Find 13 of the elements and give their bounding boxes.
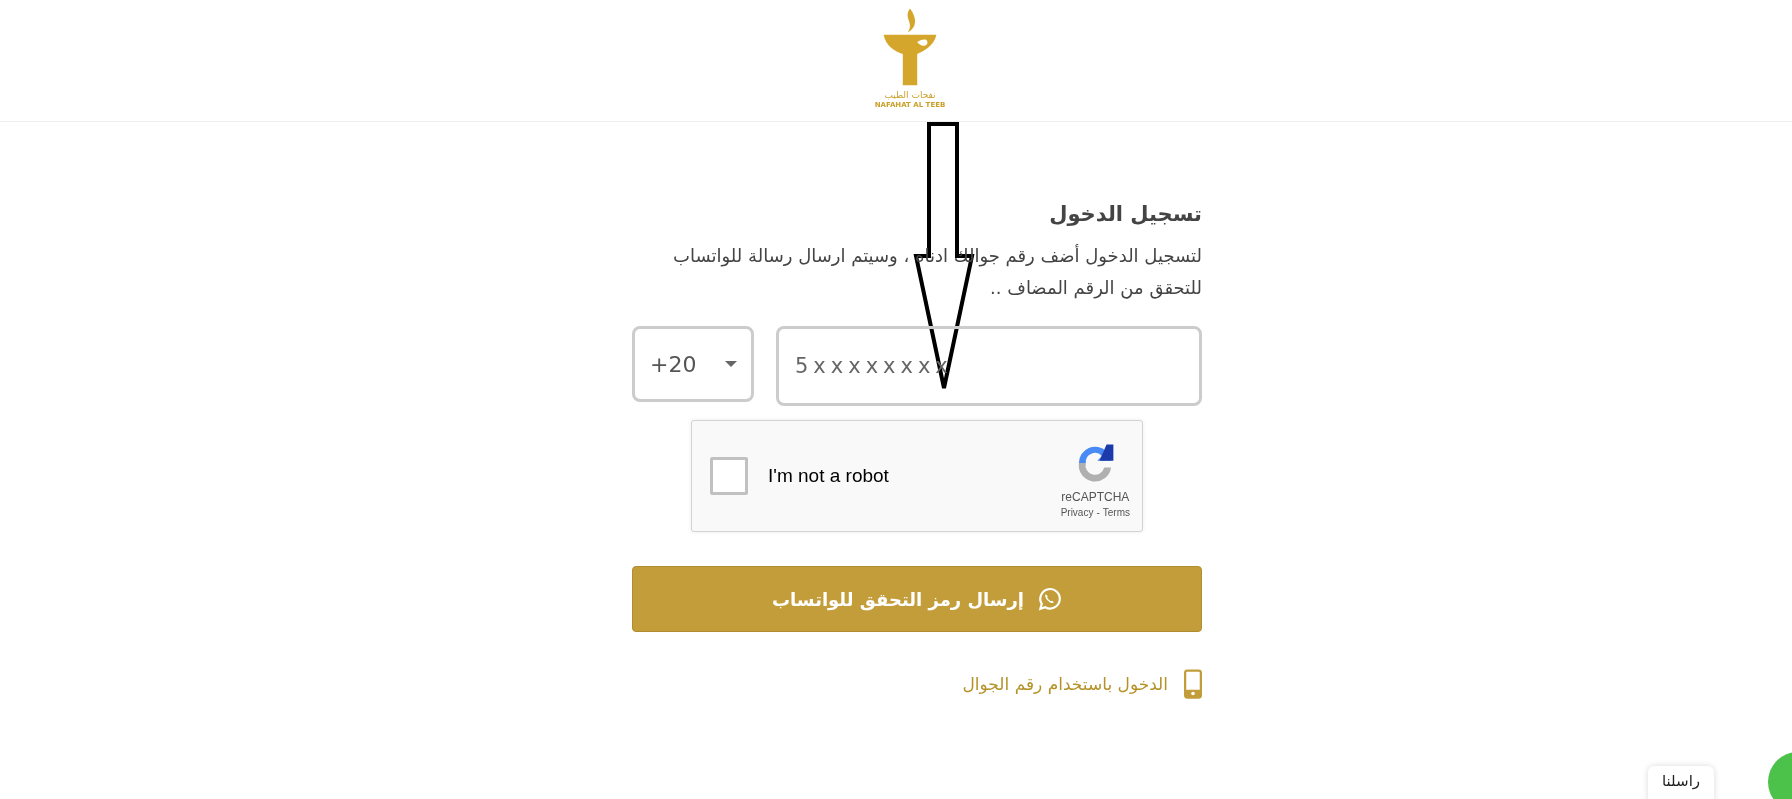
captcha-label: I'm not a robot (768, 465, 890, 487)
login-title: تسجيل الدخول (1049, 202, 1202, 226)
chat-tooltip: راسلنا (1648, 766, 1715, 799)
link-separator: - (1096, 507, 1100, 518)
privacy-link[interactable]: Privacy (1060, 507, 1094, 518)
logo-arabic-text: نفحات الطيب (884, 90, 936, 101)
whatsapp-icon (1036, 586, 1062, 612)
captcha-brand: reCAPTCHA (1061, 490, 1130, 504)
country-code-select[interactable]: +20 (632, 326, 754, 402)
captcha-checkbox[interactable] (710, 457, 748, 495)
mobile-phone-icon (1184, 668, 1202, 700)
terms-link[interactable]: Terms (1102, 507, 1130, 518)
caret-icon (725, 361, 737, 367)
